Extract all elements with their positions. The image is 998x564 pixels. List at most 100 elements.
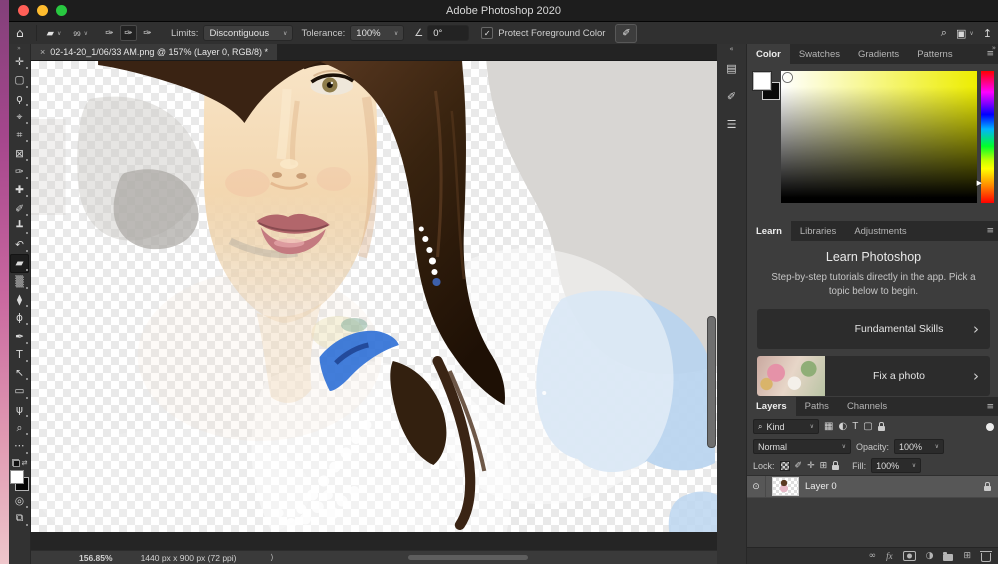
sampling-background-swatch-icon[interactable]: ✑ — [139, 25, 156, 41]
home-icon[interactable]: ⌂ — [16, 26, 24, 40]
frame-tool[interactable]: ⊠ — [10, 144, 29, 162]
eyedropper-tool[interactable]: ✑ — [10, 163, 29, 181]
panel-menu-icon[interactable]: ≡ — [986, 227, 994, 236]
history-brush-tool[interactable]: ↶ — [10, 236, 29, 254]
tab-libraries[interactable]: Libraries — [791, 221, 845, 241]
brush-tool[interactable]: ✐ — [10, 199, 29, 217]
spot-healing-brush-tool[interactable]: ✚ — [10, 181, 29, 199]
image-filter-icon[interactable]: ▦ — [824, 421, 833, 432]
blur-tool[interactable]: ⧫ — [10, 291, 29, 309]
layer-visibility-icon[interactable]: ⊙ — [747, 476, 766, 497]
foreground-color-swatch[interactable] — [752, 71, 772, 91]
properties-panel-icon[interactable]: ▤ — [721, 58, 743, 78]
tab-gradients[interactable]: Gradients — [849, 44, 908, 64]
search-icon[interactable]: ⌕ — [941, 26, 947, 40]
tab-layers[interactable]: Layers — [747, 397, 796, 416]
tab-color[interactable]: Color — [747, 44, 790, 64]
tolerance-dropdown[interactable]: 100% ∨ — [350, 25, 405, 41]
expand-dock-icon[interactable]: » — [992, 44, 996, 52]
foreground-color-swatch[interactable] — [9, 469, 24, 484]
collapse-panels-icon[interactable]: « — [729, 44, 733, 55]
layer-style-icon[interactable]: fx — [886, 551, 893, 561]
link-layers-icon[interactable]: ∞ — [869, 551, 877, 561]
hue-slider[interactable] — [981, 71, 994, 203]
lock-position-icon[interactable]: ✛ — [807, 461, 815, 471]
quick-mask-button[interactable]: ◎ — [10, 492, 29, 510]
edit-toolbar-button[interactable]: ⋯ — [10, 437, 29, 455]
lock-artboard-icon[interactable]: ⊞ — [820, 461, 828, 471]
new-layer-icon[interactable]: ⊞ — [963, 551, 971, 561]
hue-slider-marker[interactable]: ▶ — [977, 180, 982, 187]
shape-tool[interactable]: ▭ — [10, 382, 29, 400]
filter-toggle-icon[interactable] — [986, 422, 994, 431]
panel-menu-icon[interactable]: ≡ — [986, 50, 994, 59]
clone-stamp-tool[interactable]: ┻ — [10, 218, 29, 236]
gradient-tool[interactable]: ▒ — [10, 273, 29, 291]
status-chevron-icon[interactable]: ⟩ — [271, 553, 274, 562]
background-eraser-tool[interactable]: ▰ — [10, 254, 29, 273]
toolbar-expand-icon[interactable]: » — [17, 44, 22, 53]
path-selection-tool[interactable]: ↖ — [10, 364, 29, 382]
layer-thumbnail[interactable] — [773, 478, 798, 495]
limits-dropdown[interactable]: Discontiguous ∨ — [203, 25, 294, 41]
zoom-tool[interactable]: ⌕ — [10, 419, 29, 437]
crop-tool[interactable]: ⌗ — [10, 126, 29, 144]
protect-foreground-checkbox[interactable]: ✓ Protect Foreground Color — [481, 27, 605, 39]
move-tool[interactable]: ✛ — [10, 53, 29, 71]
opacity-dropdown[interactable]: 100% ∨ — [894, 439, 945, 454]
filter-kind-dropdown[interactable]: ⌕ Kind ∨ — [753, 419, 819, 434]
blend-mode-dropdown[interactable]: Normal ∨ — [753, 439, 851, 454]
workspace-switcher[interactable]: ▣ ∨ — [956, 27, 974, 40]
screen-mode-button[interactable]: ⧉ — [10, 510, 29, 528]
tab-patterns[interactable]: Patterns — [908, 44, 961, 64]
tab-paths[interactable]: Paths — [796, 397, 838, 416]
lasso-tool[interactable]: ϙ — [10, 90, 29, 108]
delete-layer-icon[interactable] — [980, 550, 992, 562]
smart-object-filter-icon[interactable] — [877, 421, 885, 431]
pen-tool[interactable]: ✒ — [10, 327, 29, 345]
fill-dropdown[interactable]: 100% ∨ — [871, 458, 922, 473]
zoom-level-field[interactable]: 156.85% — [79, 553, 113, 563]
canvas-image[interactable] — [31, 60, 717, 533]
tab-adjustments[interactable]: Adjustments — [845, 221, 915, 241]
lock-transparency-icon[interactable] — [779, 460, 790, 471]
lock-all-icon[interactable] — [832, 460, 840, 470]
layer-name[interactable]: Layer 0 — [805, 481, 984, 492]
type-tool[interactable]: T — [10, 346, 29, 364]
shape-filter-icon[interactable]: ▢ — [863, 421, 872, 432]
hand-tool[interactable]: ψ — [10, 401, 29, 419]
layer-row-layer-0[interactable]: ⊙ Layer 0 — [747, 476, 998, 498]
sliders-panel-icon[interactable]: ☰ — [721, 114, 743, 134]
horizontal-scrollbar[interactable] — [408, 555, 528, 561]
adjustment-layer-icon[interactable]: ◑ — [926, 551, 934, 561]
rectangular-marquee-tool[interactable]: ▢ — [10, 71, 29, 89]
tutorial-card-fix-a-photo[interactable]: Fix a photo › — [757, 356, 990, 397]
panel-fg-bg-swatches[interactable] — [752, 71, 783, 104]
tab-channels[interactable]: Channels — [838, 397, 896, 416]
panel-menu-icon[interactable]: ≡ — [986, 403, 994, 412]
pen-pressure-icon[interactable]: ✐ — [615, 23, 638, 43]
new-group-icon[interactable] — [943, 551, 954, 561]
foreground-background-swatches[interactable] — [9, 469, 30, 491]
tool-preset-picker[interactable]: ▰ ∨ — [47, 28, 62, 39]
document-tab[interactable]: × 02-14-20_1/06/33 AM.png @ 157% (Layer … — [31, 44, 278, 60]
object-selection-tool[interactable]: ⌖ — [10, 108, 29, 126]
dodge-tool[interactable]: ϕ — [10, 309, 29, 327]
swap-colors-icon[interactable]: ⇄ — [22, 459, 28, 467]
add-layer-mask-icon[interactable] — [902, 551, 916, 561]
brush-size-picker[interactable]: 99 ∨ — [73, 28, 88, 39]
share-icon[interactable]: ↥ — [983, 27, 992, 40]
close-tab-icon[interactable]: × — [40, 47, 45, 57]
default-colors-icon[interactable] — [11, 458, 20, 467]
adjustment-filter-icon[interactable]: ◐ — [838, 421, 847, 432]
type-filter-icon[interactable]: T — [852, 421, 858, 432]
sampling-once-icon[interactable]: ✑ — [119, 25, 137, 41]
vertical-scrollbar[interactable] — [707, 315, 716, 448]
brush-settings-panel-icon[interactable]: ✐ — [721, 86, 743, 106]
angle-input[interactable]: 0° — [427, 25, 470, 41]
lock-paint-icon[interactable]: ✐ — [795, 461, 803, 471]
tutorial-card-fundamental-skills[interactable]: Fundamental Skills › — [757, 309, 990, 350]
sampling-continuous-icon[interactable]: ✑ — [101, 25, 118, 41]
tab-learn[interactable]: Learn — [747, 221, 791, 241]
tab-swatches[interactable]: Swatches — [790, 44, 849, 64]
